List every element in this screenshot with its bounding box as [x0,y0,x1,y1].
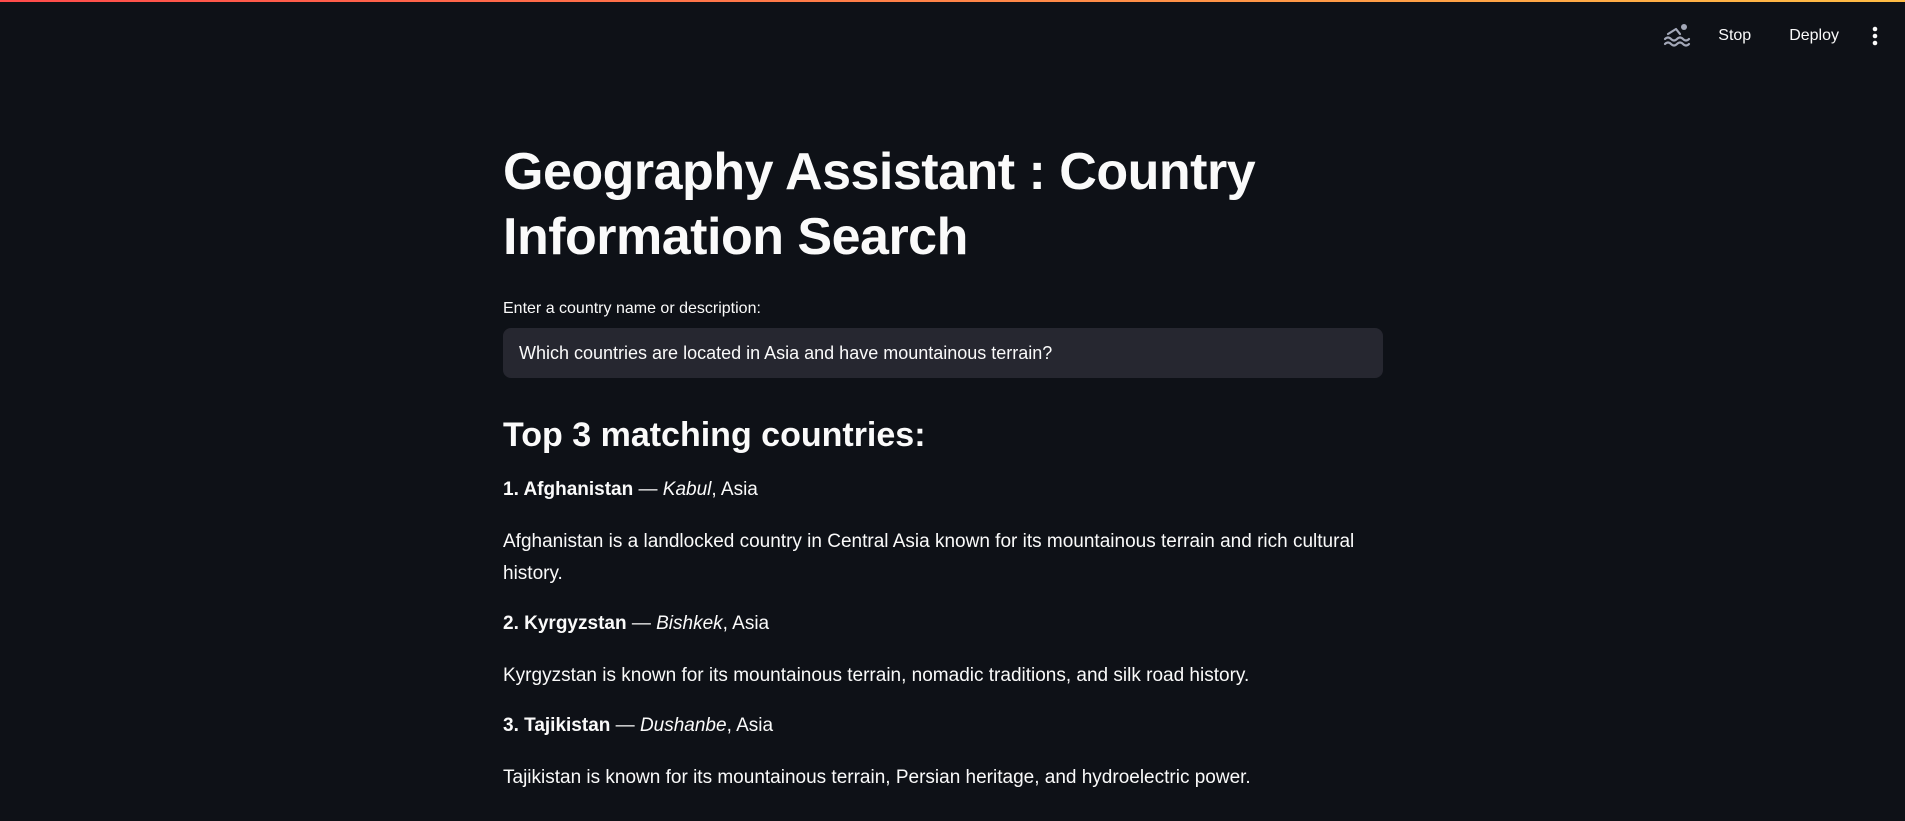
search-input[interactable] [503,328,1383,378]
results-heading: Top 3 matching countries: [503,416,926,454]
result-description: Afghanistan is a landlocked country in C… [503,531,1355,584]
results-list: 1. Afghanistan — Kabul, Asia Afghanistan… [503,474,1383,794]
result-capital: Kabul [662,479,712,500]
kebab-menu-icon[interactable] [1859,20,1891,52]
result-region: , Asia [726,715,774,736]
page-title: Geography Assistant : Country Informatio… [503,143,1256,266]
deploy-button[interactable]: Deploy [1777,21,1851,51]
swimmer-icon [1662,20,1694,52]
result-description: Kyrgyzstan is known for its mountainous … [503,665,1250,686]
result-capital: Bishkek [656,613,723,634]
result-separator: — [633,479,663,500]
result-region: , Asia [722,613,770,634]
result-separator: — [626,613,657,634]
result-separator: — [610,715,640,736]
result-title: 3. Tajikistan — Dushanbe, Asia [503,710,1383,742]
result-rank-name: 3. Tajikistan [503,715,611,736]
stop-button[interactable]: Stop [1706,21,1763,51]
result-capital: Dushanbe [639,715,727,736]
result-title: 1. Afghanistan — Kabul, Asia [503,474,1383,506]
result-region: , Asia [711,479,758,500]
header-actions: Stop Deploy [1662,20,1891,52]
result-title: 2. Kyrgyzstan — Bishkek, Asia [503,608,1383,640]
result-rank-name: 2. Kyrgyzstan [503,613,627,634]
result-description: Tajikistan is known for its mountainous … [503,767,1251,788]
search-input-label: Enter a country name or description: [503,300,761,317]
main-content: Geography Assistant : Country Informatio… [503,140,1383,794]
result-rank-name: 1. Afghanistan [503,479,634,500]
app-header: Stop Deploy [0,0,1905,70]
